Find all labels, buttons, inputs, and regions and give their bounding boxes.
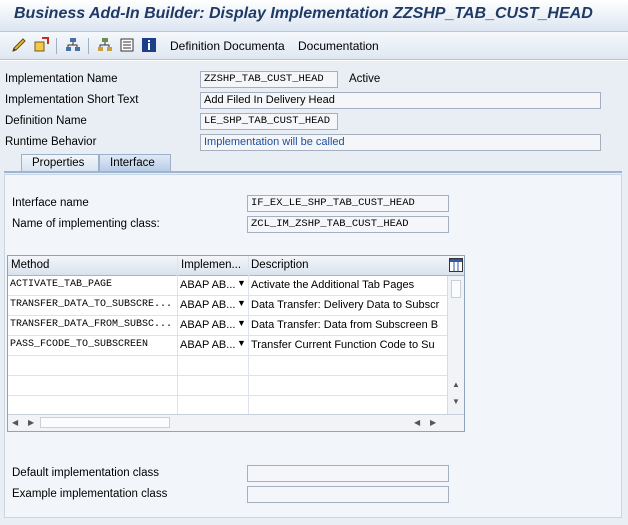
table-settings-icon[interactable] bbox=[449, 258, 463, 272]
dropdown-arrow-icon[interactable]: ▼ bbox=[237, 298, 246, 308]
impl-class-field[interactable]: ZCL_IM_ZSHP_TAB_CUST_HEAD bbox=[247, 216, 449, 233]
table-row[interactable] bbox=[8, 356, 448, 376]
status-text: Active bbox=[349, 73, 381, 85]
change-icon[interactable] bbox=[10, 37, 28, 55]
tab-interface[interactable]: Interface bbox=[99, 154, 171, 171]
impl-cell: ABAP AB... bbox=[180, 279, 236, 291]
info-icon[interactable] bbox=[140, 37, 158, 55]
column-implementation[interactable]: Implemen... bbox=[181, 259, 241, 271]
default-impl-class-field[interactable] bbox=[247, 465, 449, 482]
def-name-label: Definition Name bbox=[5, 115, 87, 127]
methods-table: Method Implemen... Description ACTIVATE_… bbox=[7, 255, 465, 432]
description-cell: Activate the Additional Tab Pages bbox=[251, 279, 415, 291]
interface-name-label: Interface name bbox=[12, 197, 89, 209]
vertical-scrollbar[interactable]: ▲ ▼ bbox=[447, 276, 464, 414]
toolbar-separator bbox=[56, 38, 57, 54]
def-name-field[interactable]: LE_SHP_TAB_CUST_HEAD bbox=[200, 113, 338, 130]
horizontal-scrollbar[interactable]: ◀ ▶ ◀ ▶ bbox=[8, 414, 464, 431]
method-cell: PASS_FCODE_TO_SUBSCREEN bbox=[10, 339, 149, 350]
list-icon[interactable] bbox=[118, 37, 136, 55]
description-cell: Transfer Current Function Code to Su bbox=[251, 339, 435, 351]
method-cell: ACTIVATE_TAB_PAGE bbox=[10, 279, 113, 290]
impl-cell: ABAP AB... bbox=[180, 339, 236, 351]
column-description[interactable]: Description bbox=[251, 259, 309, 271]
window-title: Business Add-In Builder: Display Impleme… bbox=[14, 5, 593, 22]
impl-cell: ABAP AB... bbox=[180, 299, 236, 311]
toolbar-separator bbox=[88, 38, 89, 54]
structure-icon[interactable] bbox=[96, 37, 114, 55]
interface-name-field[interactable]: IF_EX_LE_SHP_TAB_CUST_HEAD bbox=[247, 195, 449, 212]
table-row[interactable]: TRANSFER_DATA_TO_SUBSCRE... ABAP AB... ▼… bbox=[8, 296, 448, 316]
dropdown-arrow-icon[interactable]: ▼ bbox=[237, 278, 246, 288]
table-row[interactable]: TRANSFER_DATA_FROM_SUBSC... ABAP AB... ▼… bbox=[8, 316, 448, 336]
documentation-button[interactable]: Documentation bbox=[298, 39, 379, 53]
impl-name-label: Implementation Name bbox=[5, 73, 118, 85]
description-cell: Data Transfer: Data from Subscreen B bbox=[251, 319, 439, 331]
scrollbar-thumb[interactable] bbox=[451, 280, 461, 298]
table-row[interactable]: PASS_FCODE_TO_SUBSCREEN ABAP AB... ▼ Tra… bbox=[8, 336, 448, 356]
hierarchy-icon[interactable] bbox=[64, 37, 82, 55]
impl-class-label: Name of implementing class: bbox=[12, 218, 160, 230]
short-text-label: Implementation Short Text bbox=[5, 94, 139, 106]
tab-underline bbox=[4, 171, 622, 173]
table-row[interactable] bbox=[8, 396, 448, 416]
method-cell: TRANSFER_DATA_FROM_SUBSC... bbox=[10, 319, 173, 330]
scroll-up-icon[interactable]: ▲ bbox=[451, 380, 461, 389]
scroll-left-icon[interactable]: ◀ bbox=[12, 418, 18, 427]
example-impl-class-label: Example implementation class bbox=[12, 488, 168, 500]
toolbar: Definition Documenta Documentation bbox=[0, 32, 628, 60]
dropdown-arrow-icon[interactable]: ▼ bbox=[237, 318, 246, 328]
description-cell: Data Transfer: Delivery Data to Subscr bbox=[251, 299, 440, 311]
default-impl-class-label: Default implementation class bbox=[12, 467, 160, 479]
dropdown-arrow-icon[interactable]: ▼ bbox=[237, 338, 246, 348]
example-impl-class-field[interactable] bbox=[247, 486, 449, 503]
definition-documentation-button[interactable]: Definition Documenta bbox=[170, 39, 285, 53]
scroll-right-icon[interactable]: ▶ bbox=[28, 418, 34, 427]
scroll-down-icon[interactable]: ▼ bbox=[451, 397, 461, 406]
table-row[interactable]: ACTIVATE_TAB_PAGE ABAP AB... ▼ Activate … bbox=[8, 276, 448, 296]
table-row[interactable] bbox=[8, 376, 448, 396]
method-cell: TRANSFER_DATA_TO_SUBSCRE... bbox=[10, 299, 173, 310]
impl-name-field[interactable]: ZZSHP_TAB_CUST_HEAD bbox=[200, 71, 338, 88]
short-text-field[interactable]: Add Filed In Delivery Head bbox=[200, 92, 601, 109]
column-method[interactable]: Method bbox=[11, 259, 49, 271]
scroll-right-icon[interactable]: ▶ bbox=[430, 418, 436, 427]
scroll-left-icon[interactable]: ◀ bbox=[414, 418, 420, 427]
runtime-label: Runtime Behavior bbox=[5, 136, 97, 148]
title-bar: Business Add-In Builder: Display Impleme… bbox=[0, 0, 628, 32]
impl-cell: ABAP AB... bbox=[180, 319, 236, 331]
activate-icon[interactable] bbox=[32, 37, 50, 55]
table-header: Method Implemen... Description bbox=[8, 256, 464, 276]
runtime-field: Implementation will be called bbox=[200, 134, 601, 151]
tab-properties[interactable]: Properties bbox=[21, 154, 99, 171]
scrollbar-thumb[interactable] bbox=[40, 417, 170, 428]
